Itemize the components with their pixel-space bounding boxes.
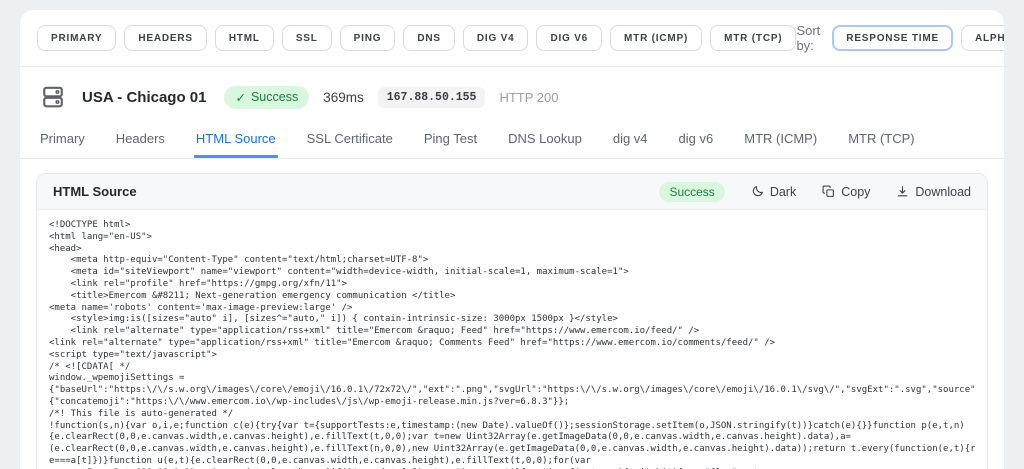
code-line: (e.clearRect(0,0,e.canvas.width,e.canvas…	[49, 444, 975, 456]
filter-button-ping[interactable]: PING	[340, 25, 396, 51]
code-line: {"concatemoji":"https:\/\/www.emercom.io…	[49, 397, 975, 409]
ip-address-badge: 167.88.50.155	[378, 87, 486, 108]
filter-button-primary[interactable]: PRIMARY	[37, 25, 116, 51]
response-time: 369ms	[323, 90, 364, 105]
code-line: <link rel="alternate" type="application/…	[49, 326, 975, 338]
sort-by-label: Sort by:	[796, 23, 820, 53]
download-icon	[896, 185, 909, 198]
tab-dns-lookup[interactable]: DNS Lookup	[506, 125, 584, 158]
moon-icon	[751, 185, 764, 198]
code-line: <meta http-equiv="Content-Type" content=…	[49, 255, 975, 267]
tab-html-source[interactable]: HTML Source	[194, 125, 278, 158]
copy-button[interactable]: Copy	[822, 185, 870, 199]
check-icon: ✓	[235, 90, 245, 105]
code-line: {e.clearRect(0,0,e.canvas.width,e.canvas…	[49, 432, 975, 444]
filter-bar: PRIMARY HEADERS HTML SSL PING DNS DIG V4…	[20, 10, 1004, 67]
copy-icon	[822, 185, 835, 198]
tab-ping-test[interactable]: Ping Test	[422, 125, 479, 158]
dark-mode-label: Dark	[770, 185, 796, 199]
sort-group: Sort by: RESPONSE TIME ALPHABETICAL	[796, 23, 1004, 53]
card-actions: Success Dark	[659, 182, 971, 202]
html-source-card-header: HTML Source Success Dark	[37, 174, 987, 210]
filter-button-headers[interactable]: HEADERS	[124, 25, 207, 51]
filter-button-mtr-icmp[interactable]: MTR (ICMP)	[610, 25, 702, 51]
code-line: <html lang="en-US">	[49, 232, 975, 244]
download-button[interactable]: Download	[896, 185, 971, 199]
code-line: /* <![CDATA[ */	[49, 362, 975, 374]
code-line: <meta id="siteViewport" name="viewport" …	[49, 267, 975, 279]
copy-label: Copy	[841, 185, 870, 199]
card-title: HTML Source	[53, 184, 137, 199]
sort-alphabetical-button[interactable]: ALPHABETICAL	[961, 25, 1004, 51]
code-line: <style>img:is([sizes="auto" i], [sizes^=…	[49, 314, 975, 326]
status-badge: ✓ Success	[224, 86, 309, 109]
filter-button-dig-v6[interactable]: DIG V6	[536, 25, 602, 51]
tab-dig-v4[interactable]: dig v4	[611, 125, 650, 158]
code-line: <head>	[49, 244, 975, 256]
tab-mtr-icmp[interactable]: MTR (ICMP)	[742, 125, 819, 158]
code-viewer[interactable]: <!DOCTYPE html> <html lang="en-US"> <hea…	[37, 210, 987, 469]
code-line: <!DOCTYPE html>	[49, 220, 975, 232]
status-badge-label: Success	[251, 90, 298, 104]
code-line: <meta name='robots' content='max-image-p…	[49, 303, 975, 315]
tab-headers[interactable]: Headers	[114, 125, 167, 158]
server-name: USA - Chicago 01	[82, 89, 206, 106]
main-panel: PRIMARY HEADERS HTML SSL PING DNS DIG V4…	[20, 10, 1004, 469]
filter-button-dns[interactable]: DNS	[403, 25, 455, 51]
filter-button-dig-v4[interactable]: DIG V4	[463, 25, 529, 51]
server-summary-row: USA - Chicago 01 ✓ Success 369ms 167.88.5…	[20, 67, 1004, 125]
dark-mode-button[interactable]: Dark	[751, 185, 796, 199]
code-line: /*! This file is auto-generated */	[49, 409, 975, 421]
code-line: !function(s,n){var o,i,e;function c(e){t…	[49, 421, 975, 433]
filter-button-html[interactable]: HTML	[215, 25, 274, 51]
filter-group: PRIMARY HEADERS HTML SSL PING DNS DIG V4…	[37, 25, 796, 51]
code-line: <link rel="profile" href="https://gmpg.o…	[49, 279, 975, 291]
tab-dig-v6[interactable]: dig v6	[677, 125, 716, 158]
tab-mtr-tcp[interactable]: MTR (TCP)	[846, 125, 916, 158]
filter-button-ssl[interactable]: SSL	[282, 25, 332, 51]
download-label: Download	[915, 185, 971, 199]
code-line: window._wpemojiSettings =	[49, 373, 975, 385]
code-line: e===a[t]})}function u(e,t){e.clearRect(0…	[49, 456, 975, 468]
tab-primary[interactable]: Primary	[38, 125, 87, 158]
code-line: <link rel="alternate" type="application/…	[49, 338, 975, 350]
code-line: <title>Emercom &#8211; Next-generation e…	[49, 291, 975, 303]
result-tabs: Primary Headers HTML Source SSL Certific…	[20, 125, 1004, 159]
code-line: {"baseUrl":"https:\/\/s.w.org\/images\/c…	[49, 385, 975, 397]
http-status: HTTP 200	[499, 90, 558, 105]
filter-button-mtr-tcp[interactable]: MTR (TCP)	[710, 25, 796, 51]
tab-ssl-certificate[interactable]: SSL Certificate	[305, 125, 395, 158]
code-line: <script type="text/javascript">	[49, 350, 975, 362]
html-source-card: HTML Source Success Dark	[36, 173, 988, 469]
card-status-badge: Success	[659, 182, 724, 202]
sort-response-time-button[interactable]: RESPONSE TIME	[832, 25, 953, 51]
server-icon	[38, 82, 68, 112]
